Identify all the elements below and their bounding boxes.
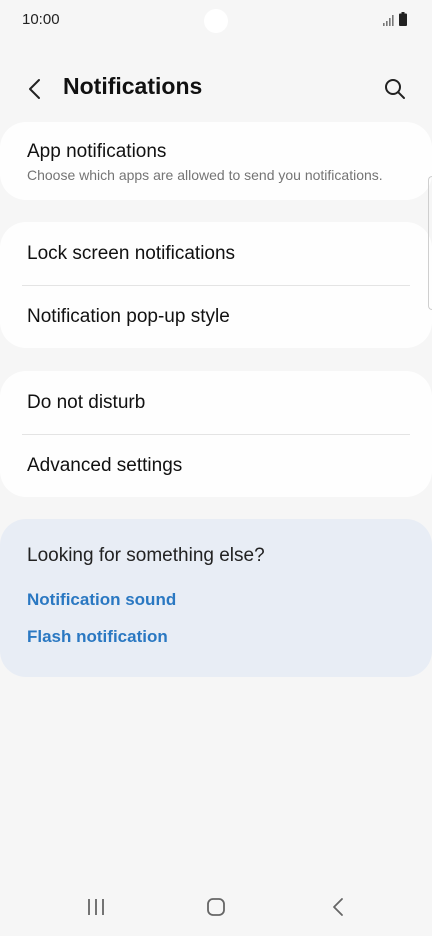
app-notifications-title: App notifications xyxy=(27,141,167,162)
back-button[interactable] xyxy=(18,72,52,106)
lock-screen-notifications-title: Lock screen notifications xyxy=(27,243,236,264)
advanced-settings-item[interactable]: Advanced settings xyxy=(0,435,432,497)
home-button[interactable] xyxy=(194,892,238,922)
status-bar: 10:00 xyxy=(0,0,432,40)
page-title: Notifications xyxy=(63,73,203,99)
notification-sound-link[interactable]: Notification sound xyxy=(27,590,176,610)
lock-screen-card: Lock screen notifications Notification p… xyxy=(0,222,432,348)
battery-icon xyxy=(399,12,407,26)
suggestions-title: Looking for something else? xyxy=(27,545,265,566)
recents-icon xyxy=(88,899,104,915)
flash-notification-link[interactable]: Flash notification xyxy=(27,627,168,647)
app-bar: Notifications xyxy=(0,64,432,110)
app-notifications-subtitle: Choose which apps are allowed to send yo… xyxy=(27,167,383,183)
dnd-card: Do not disturb Advanced settings xyxy=(0,371,432,497)
app-notifications-item[interactable]: App notifications Choose which apps are … xyxy=(0,122,432,200)
notification-popup-style-item[interactable]: Notification pop-up style xyxy=(0,286,432,348)
do-not-disturb-item[interactable]: Do not disturb xyxy=(0,371,432,434)
scroll-indicator[interactable] xyxy=(428,176,432,310)
advanced-settings-title: Advanced settings xyxy=(27,455,183,476)
notification-popup-style-title: Notification pop-up style xyxy=(27,306,230,327)
back-arrow-icon xyxy=(29,79,40,99)
recents-button[interactable] xyxy=(74,892,118,922)
search-icon xyxy=(385,79,405,99)
lock-screen-notifications-item[interactable]: Lock screen notifications xyxy=(0,222,432,285)
home-icon xyxy=(207,898,225,916)
status-time: 10:00 xyxy=(22,11,60,28)
back-icon xyxy=(333,898,343,916)
search-button[interactable] xyxy=(378,72,412,106)
navigation-bar xyxy=(0,884,432,936)
do-not-disturb-title: Do not disturb xyxy=(27,392,146,413)
app-notifications-card: App notifications Choose which apps are … xyxy=(0,122,432,200)
status-icons xyxy=(383,12,407,26)
nav-back-button[interactable] xyxy=(316,892,360,922)
signal-icon xyxy=(383,15,394,26)
camera-cutout xyxy=(204,9,228,33)
suggestions-card: Looking for something else? Notification… xyxy=(0,519,432,677)
